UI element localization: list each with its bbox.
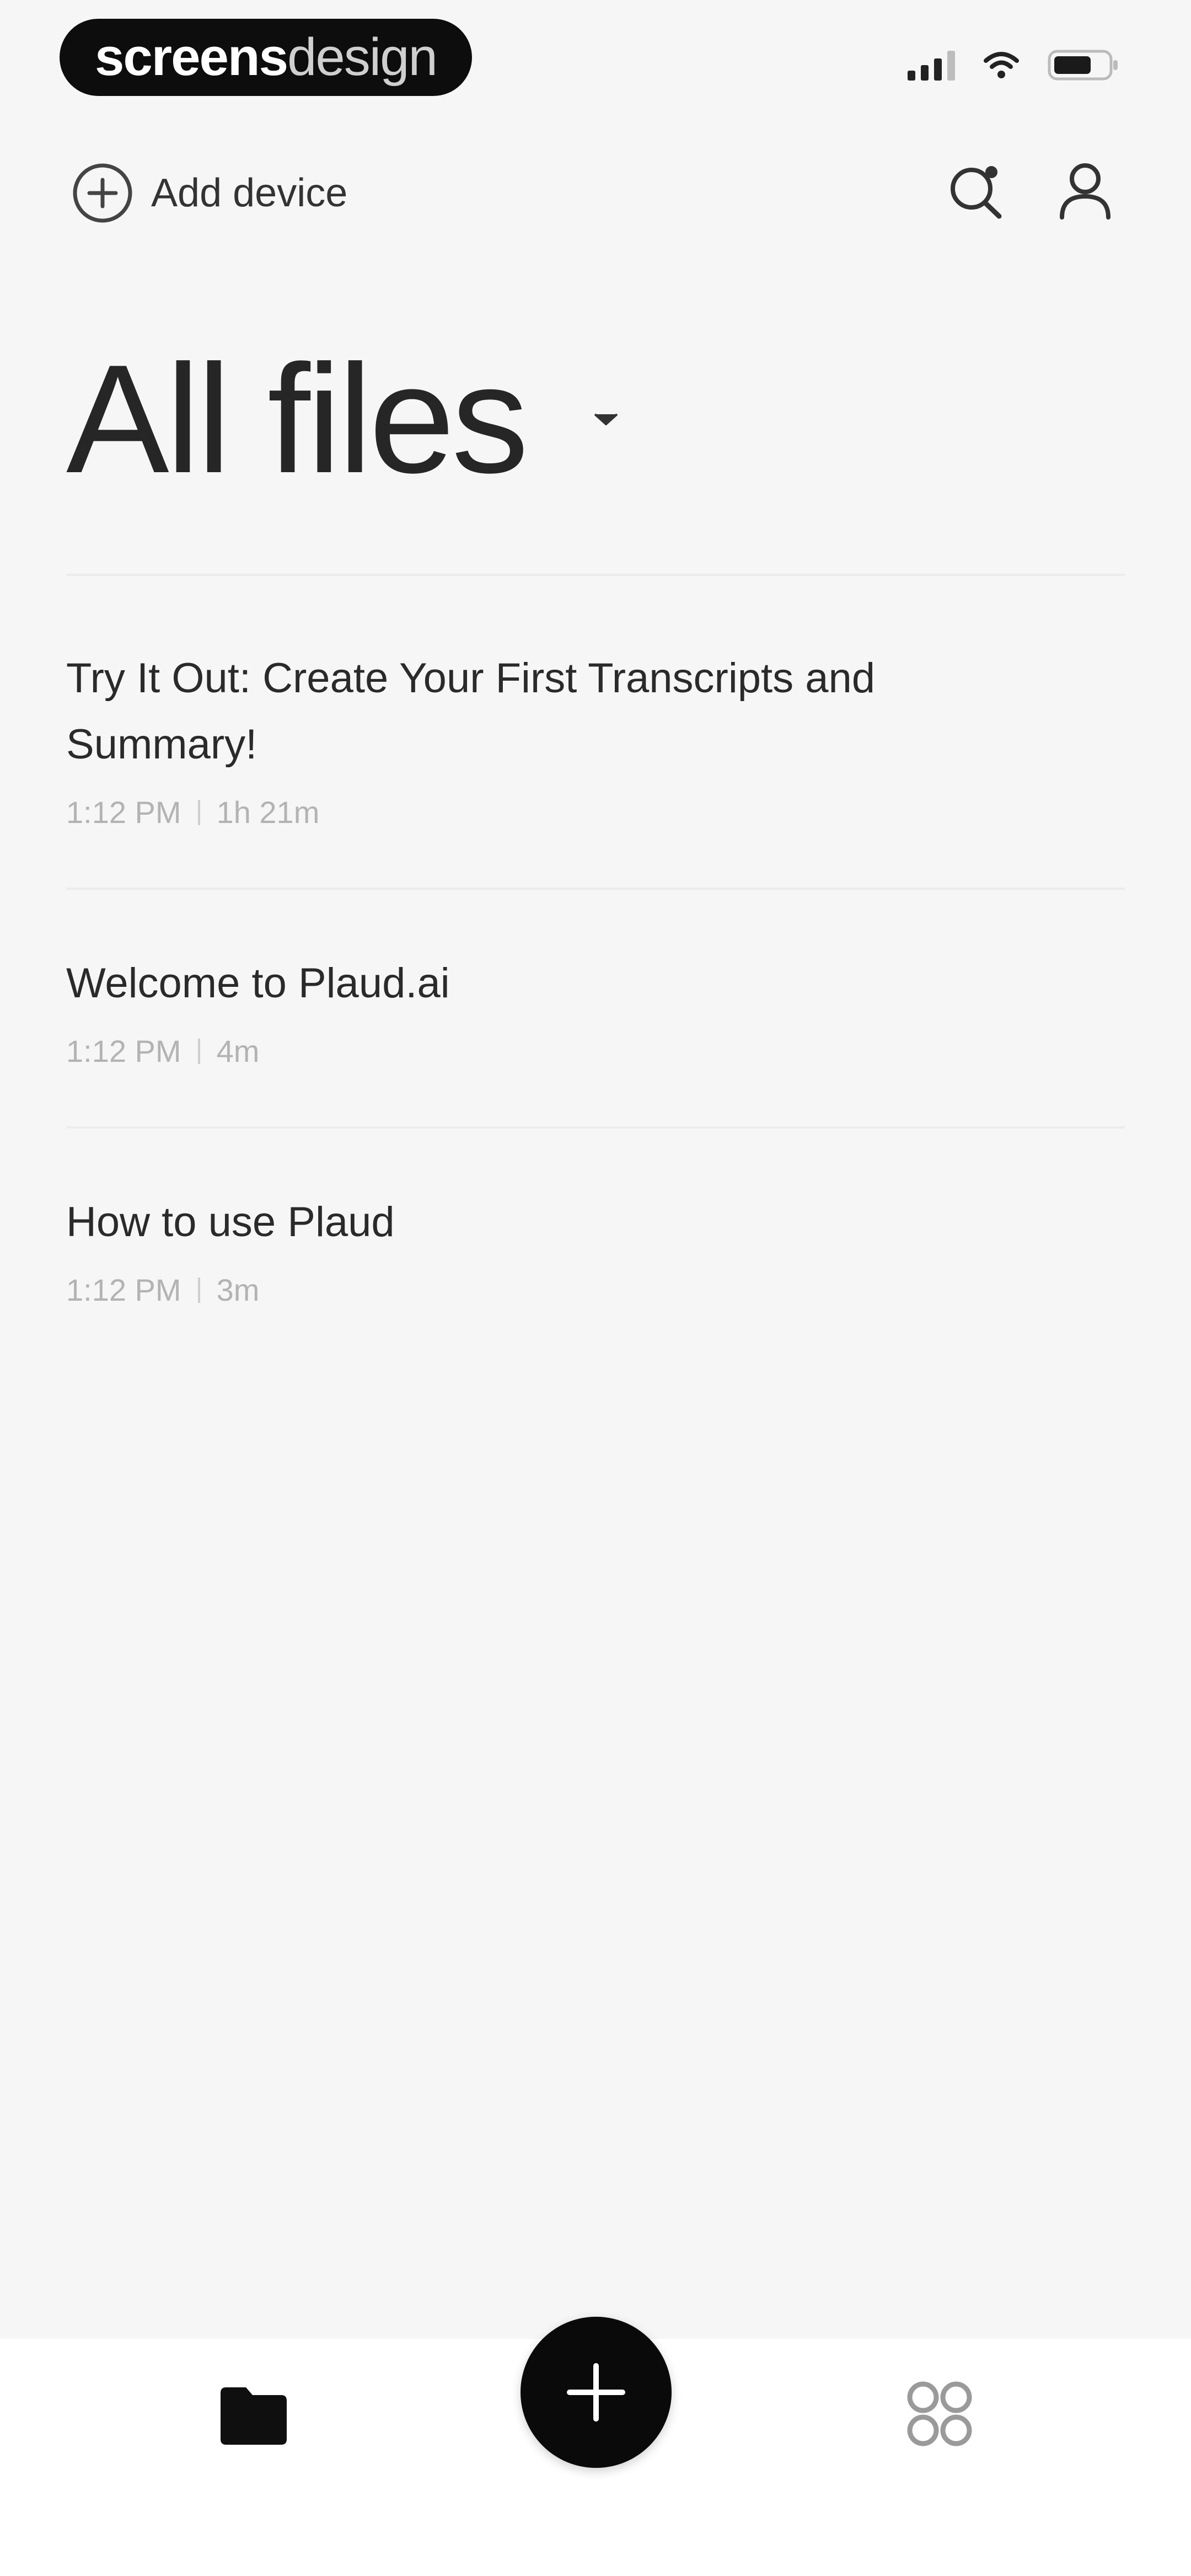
file-list: Try It Out: Create Your First Transcript… [66, 574, 1125, 1365]
top-right-actions [944, 160, 1114, 222]
meta-separator [197, 1277, 200, 1303]
chevron-down-icon [594, 413, 618, 425]
apps-grid-icon [907, 2381, 972, 2446]
brand-text-bold: screens [95, 28, 288, 87]
file-item[interactable]: Try It Out: Create Your First Transcript… [66, 576, 1125, 888]
search-icon[interactable] [944, 160, 1006, 222]
plus-circle-icon [73, 163, 132, 223]
nav-files-button[interactable] [216, 2377, 291, 2452]
folder-icon [221, 2387, 287, 2445]
meta-separator [197, 799, 200, 825]
file-duration: 3m [216, 1273, 260, 1307]
add-device-button[interactable]: Add device [71, 161, 347, 225]
brand-badge: screens design [60, 19, 472, 96]
file-duration: 4m [216, 1034, 260, 1068]
file-item[interactable]: Welcome to Plaud.ai 1:12 PM 4m [66, 890, 1125, 1126]
file-title: Try It Out: Create Your First Transcript… [66, 655, 876, 768]
signal-icon [908, 50, 955, 81]
file-time: 1:12 PM [66, 1273, 181, 1307]
file-meta: 1:12 PM 3m [66, 1272, 1125, 1308]
file-duration: 1h 21m [216, 795, 320, 830]
nav-apps-button[interactable] [902, 2376, 977, 2451]
file-meta: 1:12 PM 4m [66, 1033, 1125, 1069]
new-recording-button[interactable] [521, 2317, 672, 2468]
file-title: Welcome to Plaud.ai [66, 960, 450, 1007]
status-icons [908, 49, 1119, 82]
plus-icon [567, 2363, 625, 2422]
add-device-label: Add device [151, 171, 348, 215]
top-action-bar: Add device [0, 149, 1191, 237]
page-title: All files [66, 333, 529, 505]
battery-icon [1048, 50, 1118, 81]
file-time: 1:12 PM [66, 1034, 181, 1068]
file-item[interactable]: How to use Plaud 1:12 PM 3m [66, 1129, 1125, 1365]
status-bar: screens design [0, 0, 1191, 116]
app-screen: screens design Add device All files Try … [0, 0, 1191, 2576]
wifi-icon [984, 52, 1019, 78]
brand-text-light: design [287, 28, 438, 87]
file-meta: 1:12 PM 1h 21m [66, 794, 1125, 830]
profile-icon[interactable] [1056, 160, 1114, 222]
file-time: 1:12 PM [66, 795, 181, 830]
folder-selector[interactable]: All files [66, 342, 621, 496]
file-title: How to use Plaud [66, 1199, 395, 1246]
meta-separator [197, 1038, 200, 1064]
